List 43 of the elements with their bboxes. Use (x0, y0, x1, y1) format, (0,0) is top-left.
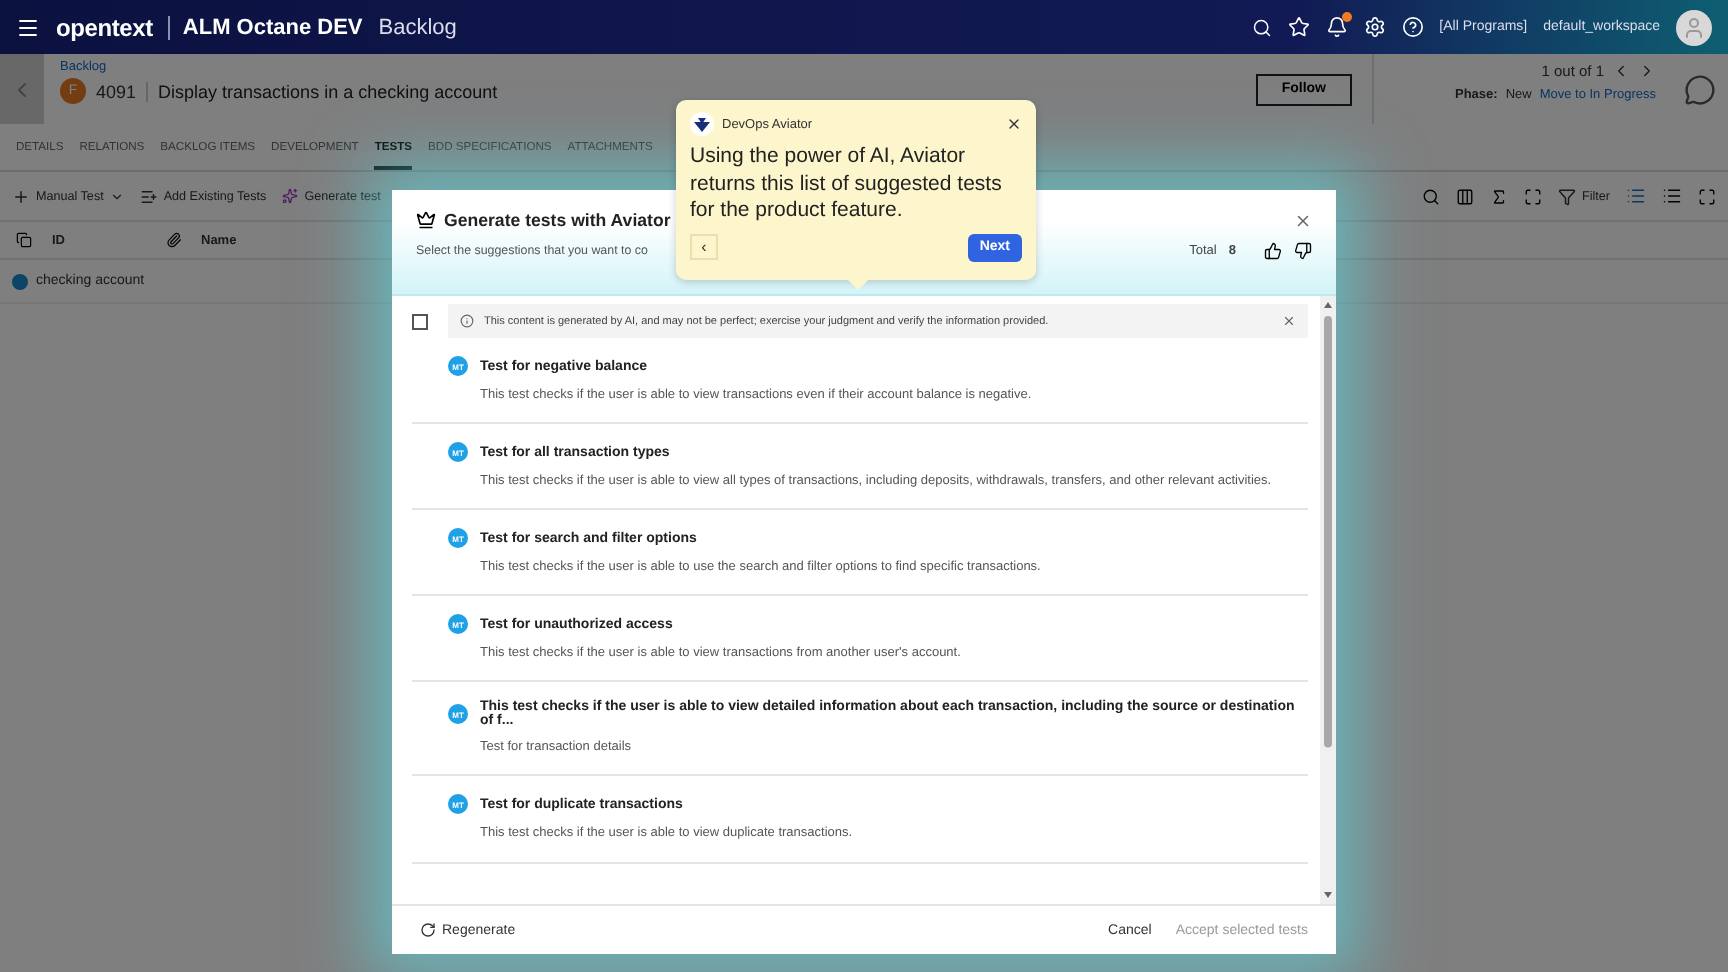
notification-icon[interactable] (1325, 16, 1348, 38)
next-icon[interactable] (1638, 62, 1656, 80)
tooltip-text: Using the power of AI, Aviator returns this list of suggested tests for the product feature. (690, 144, 1004, 226)
brand-logo: opentext (56, 13, 153, 41)
plus-icon (12, 187, 30, 205)
filter-icon (1558, 187, 1576, 205)
scrollbar[interactable] (1320, 296, 1336, 904)
attachment-icon[interactable] (165, 232, 181, 248)
list-options-icon[interactable] (1662, 186, 1682, 206)
star-icon[interactable] (1287, 16, 1310, 38)
search-icon[interactable] (1251, 17, 1272, 37)
select-all-checkbox[interactable] (412, 313, 428, 329)
focus-icon[interactable] (1524, 187, 1542, 205)
info-icon (460, 314, 474, 328)
menu-icon[interactable] (16, 15, 40, 39)
sum-icon[interactable] (1490, 187, 1508, 205)
crown-icon (416, 210, 436, 230)
product-name: ALM Octane DEV (168, 15, 363, 39)
sparkles-icon (282, 188, 299, 204)
thumbs-up-icon[interactable] (1264, 242, 1282, 260)
caret-icon (109, 189, 124, 203)
aviator-logo (690, 112, 714, 136)
thumbs-down-icon[interactable] (1294, 242, 1312, 260)
list-plus-icon (139, 187, 158, 205)
refresh-icon (420, 922, 436, 938)
close-button[interactable] (1294, 211, 1312, 229)
close-button[interactable] (1282, 314, 1296, 328)
previous-icon[interactable] (1612, 62, 1630, 80)
status-dot-icon (12, 273, 28, 289)
chat-icon[interactable] (1684, 73, 1716, 105)
item-title: Display transactions in a checking account (158, 81, 498, 101)
settings-icon[interactable] (1363, 16, 1386, 38)
columns-icon[interactable] (1456, 187, 1474, 205)
item-id: 4091 (96, 81, 149, 101)
help-icon[interactable] (1401, 16, 1424, 38)
select-column-icon[interactable] (16, 232, 32, 248)
user-avatar[interactable] (1676, 9, 1712, 45)
module-name: Backlog (378, 15, 457, 39)
dialog-title: Generate tests with Aviator (444, 210, 671, 230)
list-view-icon[interactable] (1626, 186, 1646, 206)
close-button[interactable] (1006, 116, 1022, 132)
back-button[interactable]: ‹ (690, 234, 718, 261)
fullscreen-icon[interactable] (1698, 187, 1716, 205)
